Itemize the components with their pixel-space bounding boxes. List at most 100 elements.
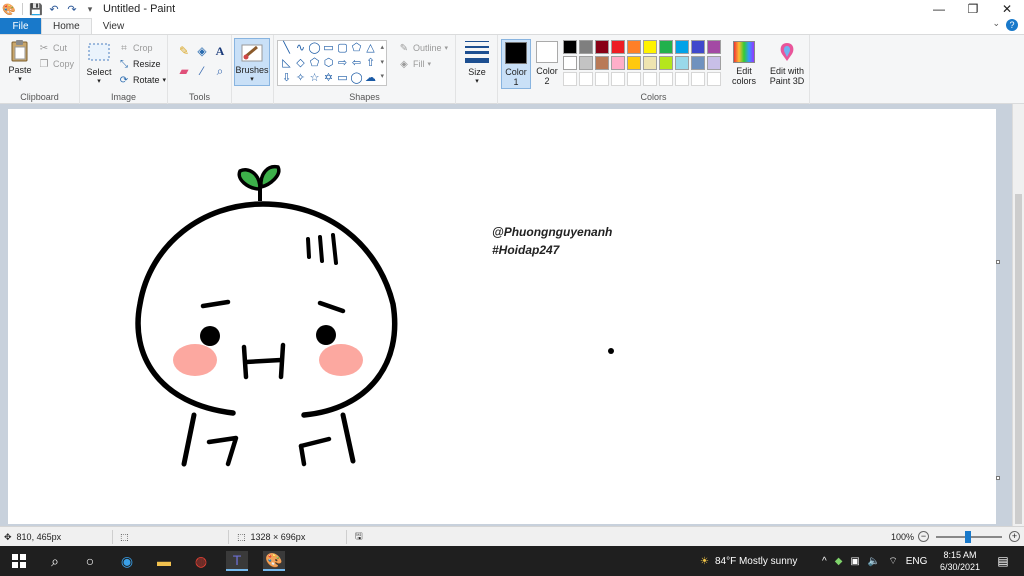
palette-swatch[interactable] <box>691 40 705 54</box>
cut-button[interactable]: ✂ Cut <box>38 41 67 55</box>
pentagon-shape-icon[interactable]: ⬠ <box>308 57 321 70</box>
palette-custom-slot[interactable] <box>595 72 609 86</box>
right-triangle-shape-icon[interactable]: ◺ <box>280 57 293 70</box>
palette-swatch[interactable] <box>707 56 721 70</box>
palette-swatch[interactable] <box>627 56 641 70</box>
palette-swatch[interactable] <box>595 40 609 54</box>
paint-taskbar-icon[interactable]: 🎨 <box>263 551 285 571</box>
canvas-resize-handle-right[interactable] <box>996 260 1000 264</box>
meet-now-icon[interactable]: ▣ <box>850 556 859 567</box>
expand-gallery-icon[interactable]: ▾ <box>380 72 384 80</box>
rotate-button[interactable]: ⟳ Rotate ▾ <box>118 73 166 87</box>
copy-button[interactable]: ❐ Copy <box>38 57 75 71</box>
palette-custom-slot[interactable] <box>675 72 689 86</box>
undo-icon[interactable]: ↶ <box>47 2 61 16</box>
help-icon[interactable]: ? <box>1006 19 1018 31</box>
zoom-out-button[interactable]: − <box>918 531 929 542</box>
color2-button[interactable]: Color 2 <box>532 39 562 89</box>
wifi-icon[interactable]: ⌔ <box>888 555 897 568</box>
vertical-scrollbar[interactable] <box>1012 104 1024 526</box>
paste-button[interactable]: Paste ▾ <box>6 39 34 83</box>
tab-file[interactable]: File <box>0 18 41 34</box>
rounded-callout-shape-icon[interactable]: ▭ <box>336 72 349 85</box>
eraser-icon[interactable]: ▰ <box>176 63 192 79</box>
palette-custom-slot[interactable] <box>579 72 593 86</box>
fill-button[interactable]: ◈ Fill ▾ <box>398 57 431 71</box>
network-icon[interactable]: ◆ <box>835 556 843 567</box>
polygon-shape-icon[interactable]: ⬠ <box>350 42 363 55</box>
palette-custom-slot[interactable] <box>707 72 721 86</box>
palette-custom-slot[interactable] <box>627 72 641 86</box>
six-point-star-shape-icon[interactable]: ✡ <box>322 72 335 85</box>
zoom-slider-thumb[interactable] <box>965 531 971 543</box>
select-button[interactable]: Select ▾ <box>85 41 113 85</box>
five-point-star-shape-icon[interactable]: ☆ <box>308 72 321 85</box>
line-shape-icon[interactable]: ╲ <box>280 42 293 55</box>
tab-home[interactable]: Home <box>41 18 92 34</box>
scrollbar-thumb[interactable] <box>1015 194 1022 524</box>
palette-swatch[interactable] <box>659 56 673 70</box>
oval-callout-shape-icon[interactable]: ◯ <box>350 72 363 85</box>
palette-custom-slot[interactable] <box>643 72 657 86</box>
palette-swatch[interactable] <box>627 40 641 54</box>
curve-shape-icon[interactable]: ∿ <box>294 42 307 55</box>
hexagon-shape-icon[interactable]: ⬡ <box>322 57 335 70</box>
search-icon[interactable]: ⌕ <box>44 551 66 571</box>
minimize-button[interactable]: — <box>922 0 956 18</box>
rounded-rectangle-shape-icon[interactable]: ▢ <box>336 42 349 55</box>
palette-swatch[interactable] <box>611 56 625 70</box>
magnifier-icon[interactable]: ⌕ <box>212 63 228 79</box>
windows-start-icon[interactable] <box>8 551 30 571</box>
drawing-canvas[interactable]: @Phuongnguyenanh #Hoidap247 <box>8 109 996 524</box>
clock[interactable]: 8:15 AM 6/30/2021 <box>940 549 980 573</box>
palette-custom-slot[interactable] <box>659 72 673 86</box>
left-arrow-shape-icon[interactable]: ⇦ <box>350 57 363 70</box>
palette-swatch[interactable] <box>579 40 593 54</box>
weather-widget[interactable]: ☀ 84°F Mostly sunny <box>700 546 797 576</box>
edit-with-paint3d-button[interactable]: Edit with Paint 3D <box>766 39 808 89</box>
palette-swatch[interactable] <box>563 40 577 54</box>
triangle-shape-icon[interactable]: △ <box>364 42 377 55</box>
palette-custom-slot[interactable] <box>563 72 577 86</box>
palette-swatch[interactable] <box>643 40 657 54</box>
palette-swatch[interactable] <box>611 40 625 54</box>
crop-button[interactable]: ⌗ Crop <box>118 41 152 55</box>
palette-swatch[interactable] <box>579 56 593 70</box>
palette-swatch[interactable] <box>595 56 609 70</box>
palette-swatch[interactable] <box>563 56 577 70</box>
input-language[interactable]: ENG <box>906 556 928 567</box>
redo-icon[interactable]: ↷ <box>65 2 79 16</box>
down-arrow-shape-icon[interactable]: ⇩ <box>280 72 293 85</box>
edge-browser-icon[interactable]: ◉ <box>116 551 138 571</box>
four-point-star-shape-icon[interactable]: ✧ <box>294 72 307 85</box>
tab-view[interactable]: View <box>92 18 136 34</box>
right-arrow-shape-icon[interactable]: ⇨ <box>336 57 349 70</box>
resize-button[interactable]: ⤡ Resize <box>118 57 161 71</box>
customize-qa-icon[interactable]: ▾ <box>83 2 97 16</box>
fill-bucket-icon[interactable]: ◈ <box>194 43 210 59</box>
chevron-up-icon[interactable]: ^ <box>822 556 827 567</box>
maximize-button[interactable]: ❐ <box>956 0 990 18</box>
palette-swatch[interactable] <box>675 56 689 70</box>
palette-swatch[interactable] <box>691 56 705 70</box>
notifications-icon[interactable]: ▤ <box>992 551 1014 571</box>
collapse-ribbon-icon[interactable]: ⌄ <box>992 18 1000 29</box>
file-explorer-icon[interactable]: ▬ <box>153 551 175 571</box>
volume-icon[interactable]: 🔈 <box>868 556 880 567</box>
teams-icon[interactable]: T <box>226 551 248 571</box>
canvas-resize-handle-corner[interactable] <box>996 476 1000 480</box>
rectangle-shape-icon[interactable]: ▭ <box>322 42 335 55</box>
palette-custom-slot[interactable] <box>611 72 625 86</box>
scroll-down-icon[interactable]: ▾ <box>380 58 384 66</box>
palette-custom-slot[interactable] <box>691 72 705 86</box>
scroll-up-icon[interactable]: ▴ <box>380 43 384 51</box>
paint-app-icon[interactable]: 🎨 <box>2 2 16 16</box>
pencil-icon[interactable]: ✎ <box>176 43 192 59</box>
palette-swatch[interactable] <box>675 40 689 54</box>
palette-swatch[interactable] <box>659 40 673 54</box>
cloud-callout-shape-icon[interactable]: ☁ <box>364 72 377 85</box>
cortana-icon[interactable]: ○ <box>79 551 101 571</box>
outline-button[interactable]: ✎ Outline ▾ <box>398 41 448 55</box>
color-picker-icon[interactable]: ⁄ <box>194 63 210 79</box>
palette-swatch[interactable] <box>643 56 657 70</box>
